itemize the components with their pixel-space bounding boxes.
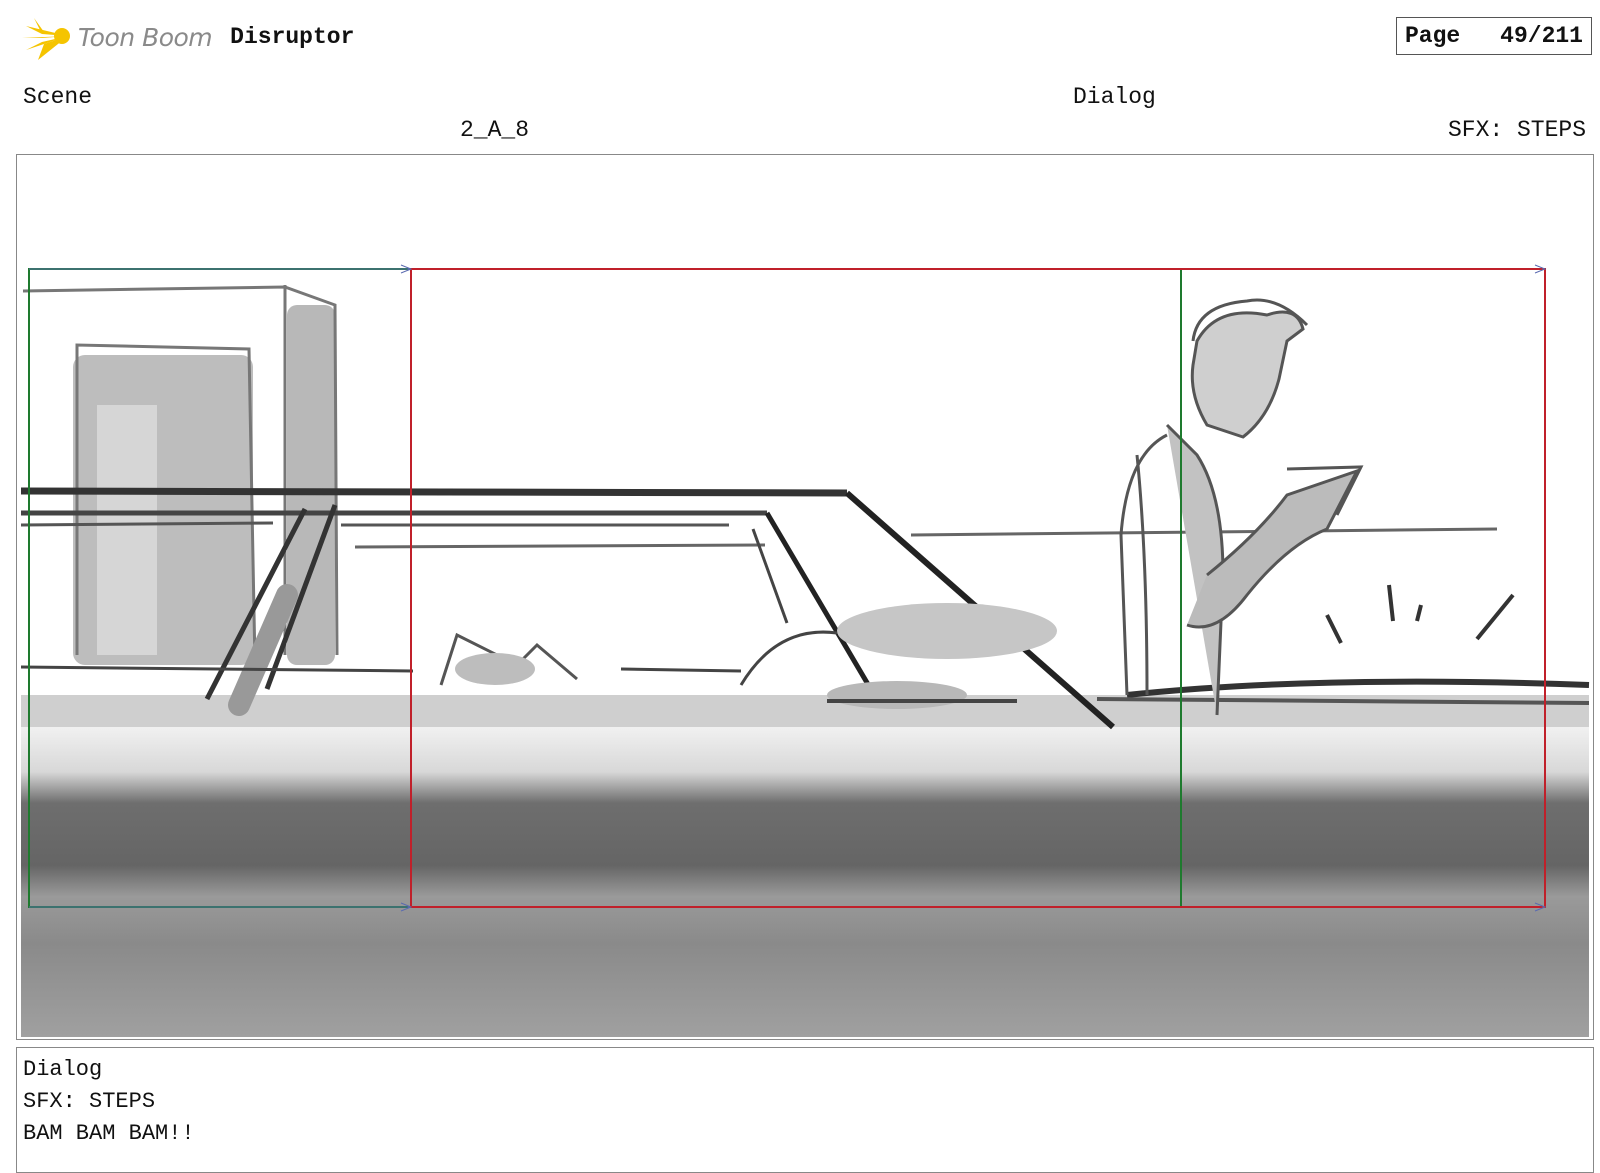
sound-line [1415,604,1423,622]
panel-sketch [20,264,1590,1037]
roof-line [20,487,848,497]
page-number: 49/211 [1500,23,1583,49]
dash-shade [837,603,1057,659]
seat-line [620,667,742,673]
trim-line [354,543,766,549]
dialog-header-value: SFX: STEPS [1447,117,1586,143]
dialog-panel-title: Dialog [23,1057,103,1082]
sill-line [20,665,414,673]
scene-label: Scene [23,84,93,110]
storyboard-panel [16,154,1594,1040]
sound-line [1325,614,1343,644]
hand-shade [455,653,535,685]
product-name: Disruptor [230,24,355,50]
trim-line [20,521,274,527]
starburst-logo-icon [22,18,70,60]
person-figure [1119,298,1364,716]
a-pillar [764,511,882,705]
sound-line [1475,593,1515,641]
page-counter: Page 49/211 [1396,17,1592,55]
scene-number: 2_A_8 [460,117,530,143]
building-shade-inner [97,405,157,655]
dialog-panel: Dialog SFX: STEPS BAM BAM BAM!! [16,1047,1594,1173]
toon-boom-logo: Toon Boom Disruptor [20,10,354,64]
brand-name: Toon Boom [78,22,213,52]
steering-wheel [739,630,838,686]
dash-shade [827,681,967,709]
road-fill [21,725,1589,1037]
dialog-line: BAM BAM BAM!! [23,1121,195,1146]
dialog-header-label: Dialog [1073,84,1156,110]
sound-line [1387,584,1395,622]
dialog-line: SFX: STEPS [23,1089,156,1114]
page-label: Page [1405,23,1461,49]
fender-line [1126,678,1590,698]
